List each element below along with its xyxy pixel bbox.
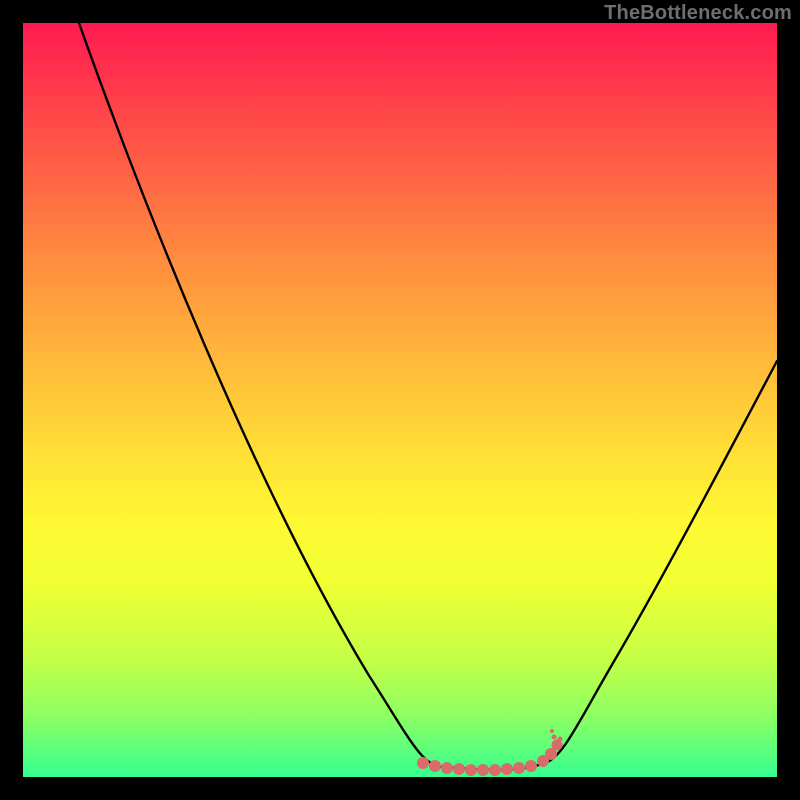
chart-stage: TheBottleneck.com [0, 0, 800, 800]
bottleneck-curve [79, 23, 777, 770]
chart-overlay [23, 23, 777, 777]
watermark-text: TheBottleneck.com [604, 2, 792, 25]
flat-region-dots [417, 729, 563, 776]
chart-plot-area [23, 23, 777, 777]
